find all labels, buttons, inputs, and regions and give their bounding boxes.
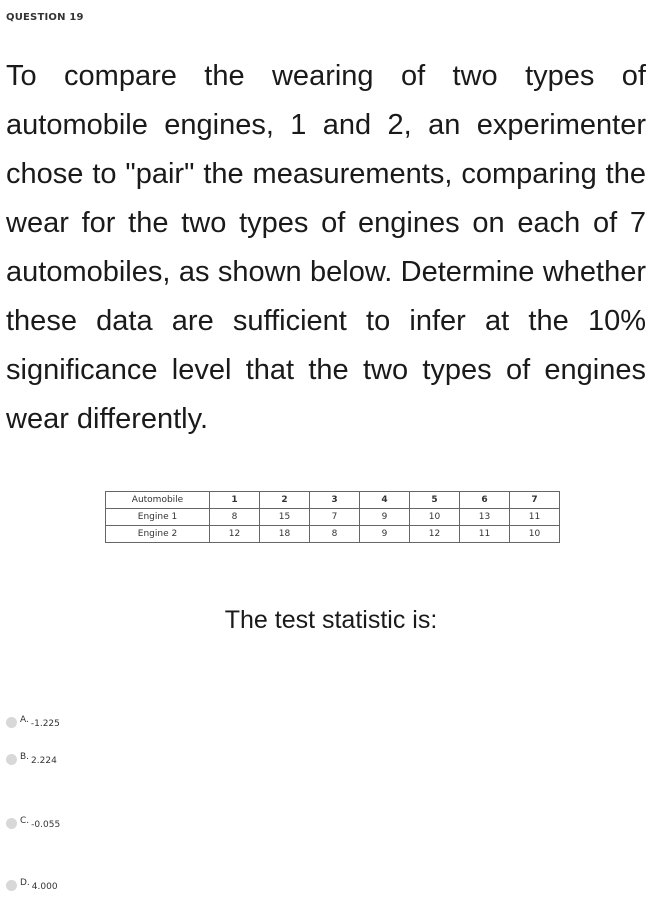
option-value: -1.225 xyxy=(30,718,60,729)
header-cell: 4 xyxy=(359,491,410,509)
option-letter: D. xyxy=(20,877,30,888)
table-cell: 7 xyxy=(309,508,360,526)
option-value: 2.224 xyxy=(31,755,57,766)
header-cell: 7 xyxy=(509,491,560,509)
option-d[interactable]: D. 4.000 xyxy=(6,877,58,892)
table-cell: 18 xyxy=(259,525,310,543)
option-letter: B. xyxy=(20,751,30,762)
option-c[interactable]: C. -0.055 xyxy=(6,815,61,830)
header-cell: 2 xyxy=(259,491,310,509)
header-cell: 6 xyxy=(459,491,510,509)
table-cell: 8 xyxy=(209,508,260,526)
radio-button[interactable] xyxy=(6,880,17,891)
table-cell: 8 xyxy=(309,525,360,543)
table-cell: 13 xyxy=(459,508,510,526)
table-cell: 11 xyxy=(509,508,560,526)
question-number: QUESTION 19 xyxy=(6,12,84,23)
header-label: Automobile xyxy=(105,491,210,509)
table-row: Engine 1 8 15 7 9 10 13 11 xyxy=(105,508,560,526)
option-value: 4.000 xyxy=(31,881,58,892)
table-cell: 12 xyxy=(409,525,460,543)
option-b[interactable]: B. 2.224 xyxy=(6,751,57,766)
option-a[interactable]: A. -1.225 xyxy=(6,714,60,729)
row-label: Engine 1 xyxy=(105,508,210,526)
table-cell: 15 xyxy=(259,508,310,526)
option-value: -0.055 xyxy=(31,819,61,830)
table-cell: 9 xyxy=(359,525,410,543)
table-cell: 11 xyxy=(459,525,510,543)
header-cell: 3 xyxy=(309,491,360,509)
row-label: Engine 2 xyxy=(105,525,210,543)
table-row: Engine 2 12 18 8 9 12 11 10 xyxy=(105,525,560,543)
table-cell: 10 xyxy=(509,525,560,543)
radio-button[interactable] xyxy=(6,818,17,829)
test-statistic-prompt: The test statistic is: xyxy=(224,606,438,634)
radio-button[interactable] xyxy=(6,717,17,728)
data-table: Automobile 1 2 3 4 5 6 7 Engine 1 8 15 7… xyxy=(105,491,560,543)
header-cell: 5 xyxy=(409,491,460,509)
table-header-row: Automobile 1 2 3 4 5 6 7 xyxy=(105,491,560,509)
question-prompt: To compare the wearing of two types of a… xyxy=(6,60,646,435)
option-letter: A. xyxy=(20,714,29,725)
table-cell: 12 xyxy=(209,525,260,543)
table-cell: 10 xyxy=(409,508,460,526)
header-cell: 1 xyxy=(209,491,260,509)
table-cell: 9 xyxy=(359,508,410,526)
option-letter: C. xyxy=(20,815,30,826)
radio-button[interactable] xyxy=(6,754,17,765)
